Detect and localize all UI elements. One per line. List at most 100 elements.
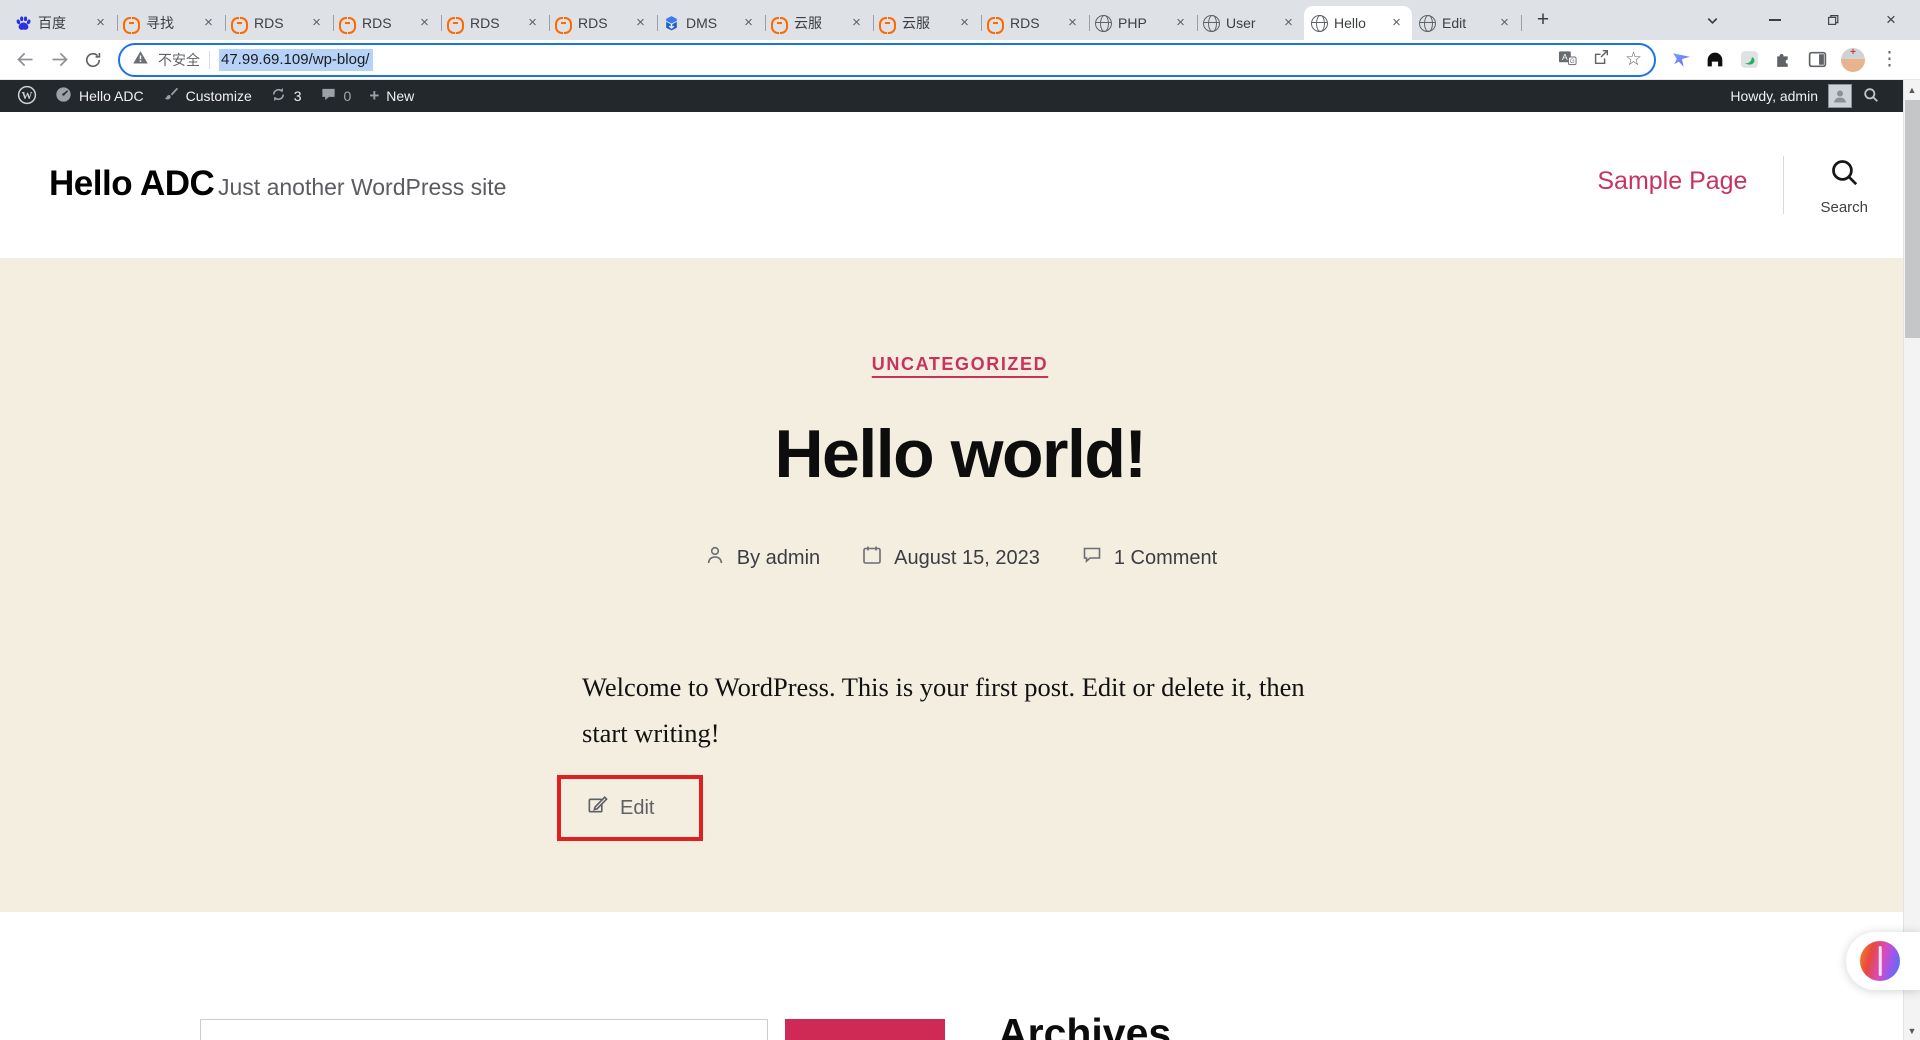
browser-tab[interactable]: Edit × [1412, 6, 1522, 40]
nav-sample-page-link[interactable]: Sample Page [1597, 156, 1747, 196]
header-search-toggle[interactable]: Search [1820, 156, 1868, 216]
comment-bubble-icon [1080, 543, 1104, 573]
back-button[interactable] [8, 43, 42, 77]
tab-close-icon[interactable]: × [1172, 14, 1189, 32]
bookmark-star-icon[interactable]: ☆ [1625, 50, 1642, 69]
post-author-link[interactable]: By admin [703, 543, 820, 573]
new-label: New [386, 88, 415, 104]
aliyun-favicon-icon [123, 14, 140, 34]
tab-close-icon[interactable]: × [524, 14, 541, 32]
globe-favicon-icon [1311, 14, 1328, 32]
browser-tab-active[interactable]: Hello × [1304, 6, 1412, 40]
wp-logo-menu[interactable]: W [8, 80, 46, 112]
close-icon: × [1886, 10, 1896, 29]
refresh-button[interactable] [76, 43, 110, 77]
browser-tab[interactable]: RDS × [980, 6, 1090, 40]
forward-button[interactable] [42, 43, 76, 77]
site-header: Hello ADC Just another WordPress site Sa… [0, 112, 1920, 258]
headphones-extension-icon[interactable] [1705, 49, 1726, 70]
tab-close-icon[interactable]: × [1388, 14, 1405, 32]
assistant-floating-button[interactable] [1846, 932, 1920, 990]
tab-close-icon[interactable]: × [632, 14, 649, 32]
tab-close-icon[interactable]: × [1496, 14, 1513, 32]
share-icon[interactable] [1592, 48, 1610, 71]
profile-avatar[interactable] [1841, 47, 1865, 72]
calendar-icon [860, 543, 884, 573]
admin-bar-customize[interactable]: Customize [153, 80, 261, 112]
tab-title: User [1226, 15, 1256, 31]
minimize-button[interactable] [1746, 0, 1804, 40]
svg-text:A: A [1562, 51, 1568, 61]
url-text-selected[interactable]: 47.99.69.109/wp-blog/ [219, 48, 374, 71]
post-comments-link[interactable]: 1 Comment [1080, 543, 1217, 573]
edit-annotation-box: Edit [557, 775, 703, 841]
browser-tab[interactable]: 百度 × [8, 6, 118, 40]
aliyun-favicon-icon [987, 14, 1004, 34]
dms-favicon-icon [663, 15, 680, 32]
new-tab-button[interactable]: + [1528, 6, 1558, 36]
admin-search-icon[interactable] [1862, 86, 1880, 107]
post-date-link[interactable]: August 15, 2023 [860, 543, 1040, 573]
edit-post-link[interactable]: Edit [620, 797, 654, 820]
footer-widgets: Archives [0, 912, 1920, 1040]
post-section: UNCATEGORIZED Hello world! By admin Augu… [0, 258, 1920, 912]
customize-brush-icon [162, 86, 179, 106]
admin-avatar[interactable] [1828, 84, 1852, 108]
admin-bar-comments[interactable]: 0 [311, 80, 361, 112]
translate-icon[interactable]: AG [1558, 48, 1577, 72]
admin-bar-account: Howdy, admin [1730, 80, 1920, 112]
browser-tab[interactable]: User × [1196, 6, 1306, 40]
author-person-icon [703, 543, 727, 573]
header-divider [1783, 156, 1785, 214]
browser-tab[interactable]: DMS × [656, 6, 766, 40]
address-bar[interactable]: 不安全 47.99.69.109/wp-blog/ AG ☆ [118, 42, 1656, 77]
admin-bar-site-name[interactable]: Hello ADC [46, 80, 153, 112]
green-chat-extension-icon[interactable] [1739, 49, 1760, 70]
tab-close-icon[interactable]: × [200, 14, 217, 32]
site-title[interactable]: Hello ADC [49, 164, 215, 204]
browser-tab[interactable]: RDS × [548, 6, 658, 40]
footer-search-button[interactable] [785, 1019, 945, 1040]
admin-bar-new[interactable]: + New [360, 80, 423, 112]
browser-tab[interactable]: RDS × [332, 6, 442, 40]
tab-title: DMS [686, 15, 718, 31]
page-scrollbar[interactable]: ▲ ▼ [1903, 80, 1920, 1040]
aliyun-favicon-icon [339, 14, 356, 34]
scrollbar-up-icon[interactable]: ▲ [1904, 81, 1920, 98]
close-window-button[interactable]: × [1862, 0, 1920, 40]
tab-list-chevron-icon[interactable] [1690, 0, 1734, 40]
site-tagline: Just another WordPress site [218, 174, 507, 200]
browser-menu-icon[interactable]: ⋮ [1878, 48, 1905, 71]
browser-toolbar: 不安全 47.99.69.109/wp-blog/ AG ☆ ⋮ [0, 40, 1920, 80]
tab-close-icon[interactable]: × [308, 14, 325, 32]
browser-tab[interactable]: 寻找 × [116, 6, 226, 40]
footer-search-input[interactable] [200, 1019, 768, 1040]
restore-icon [1828, 15, 1839, 25]
admin-bar-updates[interactable]: 3 [261, 80, 311, 112]
wordpress-logo-icon: W [17, 85, 37, 108]
tab-close-icon[interactable]: × [1064, 14, 1081, 32]
browser-tab[interactable]: 云服 × [764, 6, 874, 40]
tab-close-icon[interactable]: × [848, 14, 865, 32]
scrollbar-down-icon[interactable]: ▼ [1904, 1022, 1920, 1039]
extensions-puzzle-icon[interactable] [1773, 49, 1794, 70]
security-label[interactable]: 不安全 [158, 50, 200, 70]
browser-tab[interactable]: 云服 × [872, 6, 982, 40]
side-panel-icon[interactable] [1807, 49, 1828, 70]
globe-favicon-icon [1095, 14, 1112, 32]
scrollbar-thumb[interactable] [1905, 100, 1920, 338]
browser-tab[interactable]: PHP × [1088, 6, 1198, 40]
howdy-label[interactable]: Howdy, admin [1730, 88, 1818, 104]
post-category-link[interactable]: UNCATEGORIZED [872, 354, 1048, 375]
tab-close-icon[interactable]: × [956, 14, 973, 32]
browser-tab[interactable]: RDS × [224, 6, 334, 40]
bird-extension-icon[interactable] [1671, 49, 1692, 70]
tab-close-icon[interactable]: × [740, 14, 757, 32]
window-controls: × [1690, 0, 1920, 40]
browser-tab[interactable]: RDS × [440, 6, 550, 40]
aliyun-favicon-icon [555, 14, 572, 34]
tab-close-icon[interactable]: × [416, 14, 433, 32]
tab-close-icon[interactable]: × [1280, 14, 1297, 32]
restore-button[interactable] [1804, 0, 1862, 40]
tab-close-icon[interactable]: × [92, 14, 109, 32]
